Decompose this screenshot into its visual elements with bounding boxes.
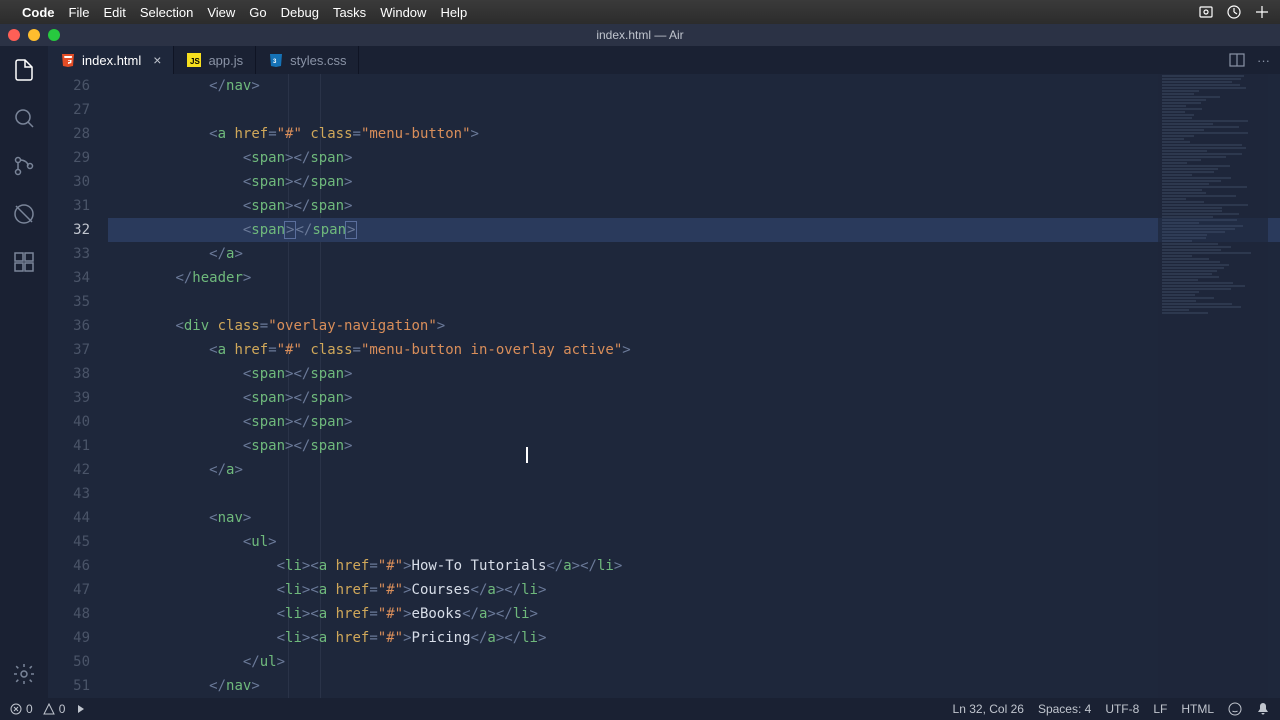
mac-menu-debug[interactable]: Debug — [281, 5, 319, 20]
maximize-window-button[interactable] — [48, 29, 60, 41]
warning-count: 0 — [59, 702, 66, 716]
explorer-icon[interactable] — [10, 56, 38, 84]
status-errors[interactable]: 0 — [10, 702, 33, 716]
error-count: 0 — [26, 702, 33, 716]
status-bell-icon[interactable] — [1256, 702, 1270, 716]
svg-text:JS: JS — [190, 57, 200, 66]
status-indent[interactable]: Spaces: 4 — [1038, 702, 1091, 716]
tray-icon[interactable] — [1198, 4, 1214, 20]
js-icon: JS — [186, 52, 202, 68]
status-bar: 0 0 Ln 32, Col 26 Spaces: 4 UTF-8 LF HTM… — [0, 698, 1280, 720]
status-feedback-icon[interactable] — [1228, 702, 1242, 716]
line-gutter: 2627282930313233343536373839404142434445… — [48, 74, 108, 698]
window-title: index.html — Air — [596, 28, 683, 42]
activity-bar — [0, 46, 48, 698]
mac-menu-edit[interactable]: Edit — [103, 5, 125, 20]
status-cursor[interactable]: Ln 32, Col 26 — [953, 702, 1024, 716]
scm-icon[interactable] — [10, 152, 38, 180]
tab-bar: index.html × JS app.js 3 styles.css ··· — [48, 46, 1280, 74]
css-icon: 3 — [268, 52, 284, 68]
tray-icon[interactable] — [1226, 4, 1242, 20]
more-actions-icon[interactable]: ··· — [1257, 53, 1270, 68]
tab-label: styles.css — [290, 53, 346, 68]
settings-gear-icon[interactable] — [10, 660, 38, 688]
code-content[interactable]: </nav> <a href="#" class="menu-button"> … — [108, 74, 1280, 698]
debug-icon[interactable] — [10, 200, 38, 228]
window-titlebar: index.html — Air — [0, 24, 1280, 46]
mac-menu-help[interactable]: Help — [440, 5, 467, 20]
search-icon[interactable] — [10, 104, 38, 132]
status-eol[interactable]: LF — [1153, 702, 1167, 716]
close-icon[interactable]: × — [153, 52, 161, 68]
editor-body[interactable]: 2627282930313233343536373839404142434445… — [48, 74, 1280, 698]
html5-icon — [60, 52, 76, 68]
traffic-lights — [8, 29, 60, 41]
mac-menu-view[interactable]: View — [207, 5, 235, 20]
status-language[interactable]: HTML — [1181, 702, 1214, 716]
mac-menu-go[interactable]: Go — [249, 5, 266, 20]
mac-menu-tasks[interactable]: Tasks — [333, 5, 366, 20]
editor-area: index.html × JS app.js 3 styles.css ··· — [48, 46, 1280, 698]
tab-styles-css[interactable]: 3 styles.css — [256, 46, 359, 74]
close-window-button[interactable] — [8, 29, 20, 41]
tab-index-html[interactable]: index.html × — [48, 46, 174, 74]
tab-label: index.html — [82, 53, 141, 68]
status-port-icon[interactable] — [75, 703, 87, 715]
tray-icon[interactable] — [1254, 4, 1270, 20]
tab-label: app.js — [208, 53, 243, 68]
status-warnings[interactable]: 0 — [43, 702, 66, 716]
tab-actions: ··· — [1219, 46, 1280, 74]
mac-menu-window[interactable]: Window — [380, 5, 426, 20]
tab-app-js[interactable]: JS app.js — [174, 46, 256, 74]
mac-menu-file[interactable]: File — [69, 5, 90, 20]
status-encoding[interactable]: UTF-8 — [1105, 702, 1139, 716]
minimize-window-button[interactable] — [28, 29, 40, 41]
workbench: index.html × JS app.js 3 styles.css ··· — [0, 46, 1280, 698]
mac-menu-selection[interactable]: Selection — [140, 5, 193, 20]
mac-menubar: Code File Edit Selection View Go Debug T… — [0, 0, 1280, 24]
mac-app-name[interactable]: Code — [22, 5, 55, 20]
extensions-icon[interactable] — [10, 248, 38, 276]
split-editor-icon[interactable] — [1229, 52, 1245, 68]
